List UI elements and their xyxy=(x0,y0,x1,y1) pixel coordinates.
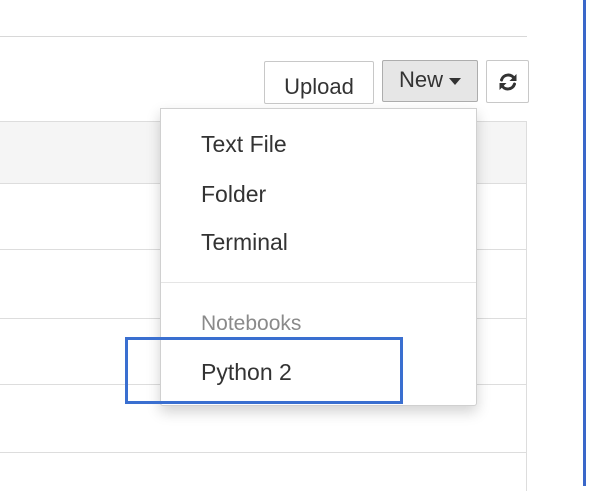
new-dropdown-menu: Text File Folder Terminal Notebooks Pyth… xyxy=(160,108,477,406)
menu-item-folder[interactable]: Folder xyxy=(201,183,266,206)
menu-divider xyxy=(161,282,476,283)
refresh-button[interactable] xyxy=(486,60,529,103)
caret-down-icon xyxy=(449,77,461,85)
header-divider xyxy=(0,36,527,37)
upload-button[interactable]: Upload xyxy=(264,61,374,104)
refresh-icon xyxy=(499,73,516,90)
menu-item-text-file[interactable]: Text File xyxy=(201,133,287,156)
menu-item-terminal[interactable]: Terminal xyxy=(201,231,288,254)
window-right-border xyxy=(583,0,586,486)
new-dropdown-button[interactable]: New xyxy=(382,60,478,102)
upload-button-label: Upload xyxy=(284,73,354,99)
table-row[interactable] xyxy=(0,452,526,453)
menu-item-python-2[interactable]: Python 2 xyxy=(201,361,292,384)
new-button-label: New xyxy=(398,67,443,92)
menu-header-notebooks: Notebooks xyxy=(201,312,302,335)
